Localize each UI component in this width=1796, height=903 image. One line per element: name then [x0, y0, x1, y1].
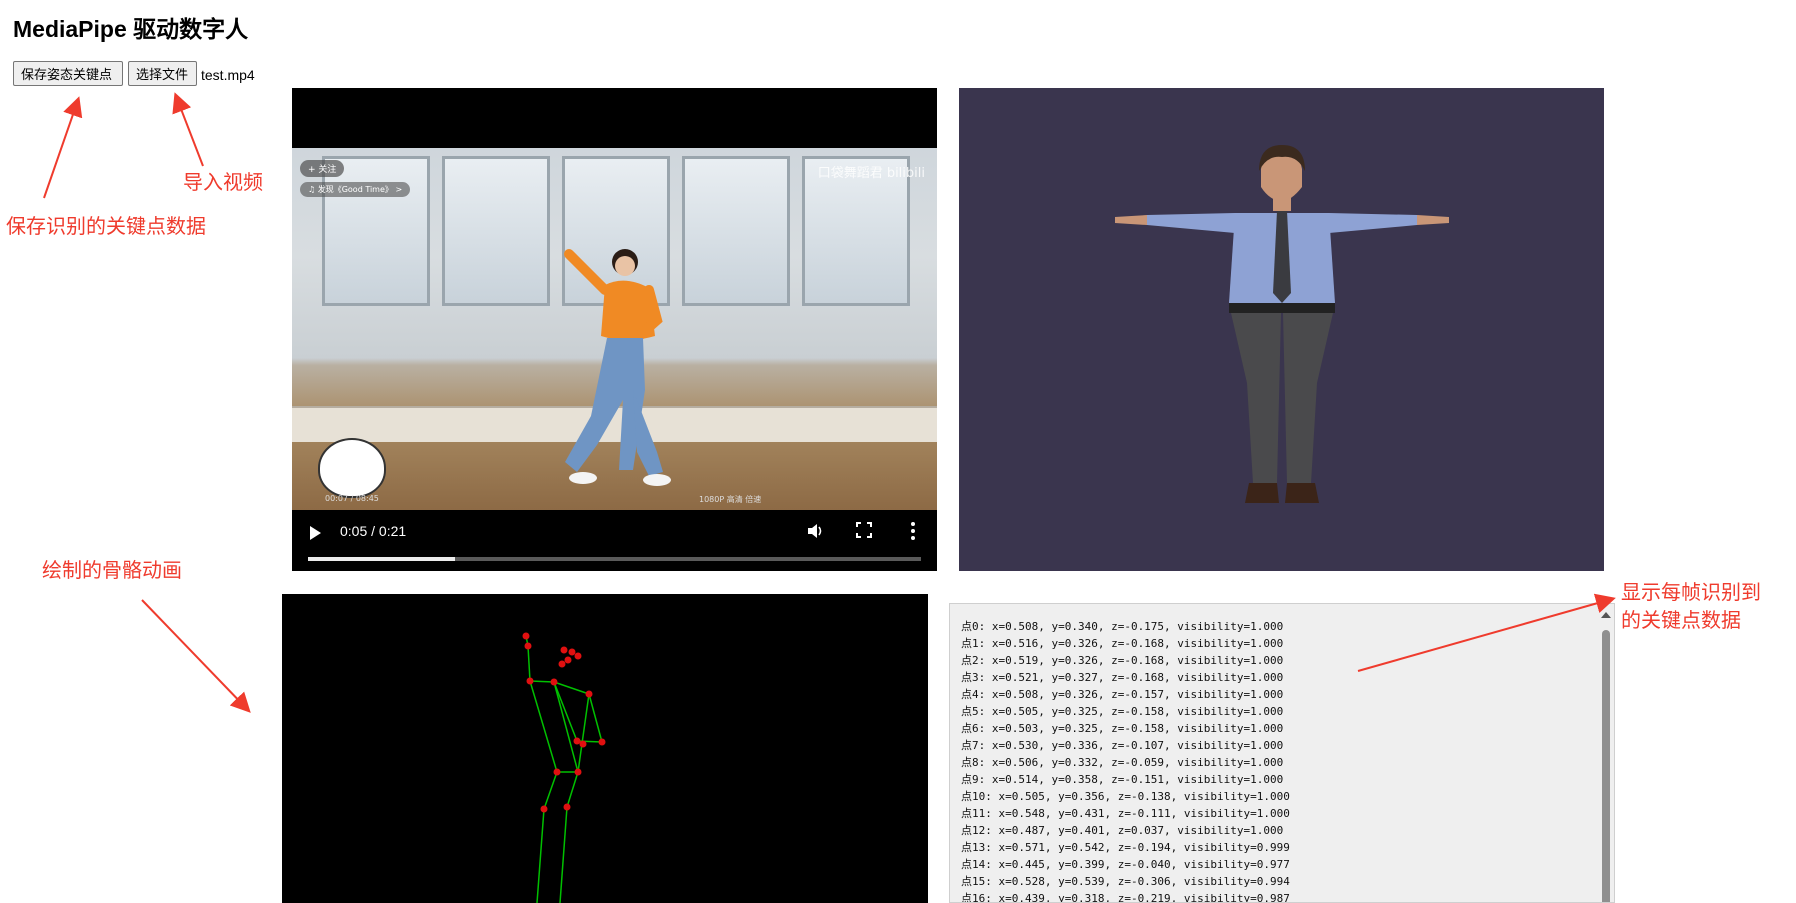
- keypoint-list: 点0: x=0.508, y=0.340, z=-0.175, visibili…: [961, 618, 1290, 903]
- skeleton-joint: [568, 648, 576, 656]
- keypoint-row: 点3: x=0.521, y=0.327, z=-0.168, visibili…: [961, 671, 1284, 684]
- skeleton-bone: [553, 681, 590, 695]
- video-player[interactable]: + 关注 ♫ 发现《Good Time》 > 口袋舞蹈君 bilibili 00…: [292, 88, 937, 571]
- keypoint-row: 点6: x=0.503, y=0.325, z=-0.158, visibili…: [961, 722, 1284, 735]
- keypoint-row: 点4: x=0.508, y=0.326, z=-0.157, visibili…: [961, 688, 1284, 701]
- window-decor: [442, 156, 550, 306]
- keypoint-row: 点14: x=0.445, y=0.399, z=-0.040, visibil…: [961, 858, 1290, 871]
- skeleton-joint: [573, 737, 581, 745]
- choose-file-button[interactable]: 选择文件: [128, 61, 197, 86]
- skeleton-bone: [529, 680, 558, 773]
- annotation-import-video: 导入视频: [183, 170, 263, 194]
- model-viewer[interactable]: [959, 88, 1604, 571]
- selected-file-name: test.mp4: [201, 67, 255, 83]
- skeleton-joint: [558, 660, 566, 668]
- arrow-save: [43, 96, 83, 199]
- skeleton-joint: [598, 738, 606, 746]
- digital-human-avatar: [1115, 145, 1449, 503]
- skeleton-bone: [577, 693, 590, 773]
- keypoint-row: 点7: x=0.530, y=0.336, z=-0.107, visibili…: [961, 739, 1284, 752]
- skeleton-bone: [588, 693, 603, 743]
- scroll-thumb[interactable]: [1602, 630, 1610, 902]
- dancer-figure: [564, 249, 671, 486]
- page-title: MediaPipe 驱动数字人: [13, 16, 249, 42]
- fullscreen-icon[interactable]: [856, 522, 872, 538]
- annotation-skeleton-animation: 绘制的骨骼动画: [42, 558, 182, 582]
- arrow-import: [172, 92, 204, 167]
- skeleton-joint: [563, 803, 571, 811]
- window-decor: [322, 156, 430, 306]
- skeleton-joint: [550, 678, 558, 686]
- skeleton-bone: [543, 771, 558, 810]
- skeleton-joint: [524, 642, 532, 650]
- keypoint-row: 点15: x=0.528, y=0.539, z=-0.306, visibil…: [961, 875, 1290, 888]
- video-progress-fill: [308, 557, 456, 561]
- keypoint-row: 点12: x=0.487, y=0.401, z=0.037, visibili…: [961, 824, 1284, 837]
- keypoint-row: 点8: x=0.506, y=0.332, z=-0.059, visibili…: [961, 756, 1284, 769]
- more-options-icon[interactable]: [911, 521, 915, 541]
- skeleton-bone: [566, 771, 579, 808]
- save-keypoints-button[interactable]: 保存姿态关键点: [13, 61, 123, 86]
- keypoint-row: 点2: x=0.519, y=0.326, z=-0.168, visibili…: [961, 654, 1284, 667]
- volume-icon[interactable]: [806, 522, 824, 540]
- overlay-channel-watermark: 口袋舞蹈君 bilibili: [817, 166, 925, 181]
- overlay-follow-badge: + 关注: [300, 160, 345, 177]
- overlay-song-badge: ♫ 发现《Good Time》 >: [300, 182, 411, 197]
- skeleton-bone: [529, 680, 555, 683]
- skeleton-drawing: [522, 632, 606, 903]
- skeleton-bone: [536, 808, 545, 903]
- skeleton-joint: [574, 652, 582, 660]
- skeleton-joint: [540, 805, 548, 813]
- skeleton-joint: [560, 646, 568, 654]
- overlay-elapsed-time: 00:07 / 08:45: [325, 494, 379, 503]
- skeleton-joint: [585, 690, 593, 698]
- video-controls: 0:05 / 0:21: [292, 510, 937, 571]
- overlay-quality: 1080P 高清 倍速: [699, 495, 762, 504]
- video-frame: + 关注 ♫ 发现《Good Time》 > 口袋舞蹈君 bilibili 00…: [292, 148, 937, 510]
- skeleton-bone: [553, 681, 579, 773]
- keypoint-data-panel[interactable]: 点0: x=0.508, y=0.340, z=-0.175, visibili…: [949, 603, 1615, 903]
- keypoint-row: 点11: x=0.548, y=0.431, z=-0.111, visibil…: [961, 807, 1290, 820]
- scroll-up-arrow-icon[interactable]: [1601, 612, 1611, 618]
- channel-logo: [318, 438, 386, 498]
- skeleton-joint: [579, 740, 587, 748]
- annotation-per-frame-data: 显示每帧识别到 的关键点数据: [1621, 578, 1761, 634]
- annotation-save-keypoints: 保存识别的关键点数据: [6, 214, 206, 238]
- keypoint-row: 点16: x=0.439, y=0.318, z=-0.219, visibil…: [961, 892, 1290, 903]
- skeleton-joint: [553, 768, 561, 776]
- video-progress-bar[interactable]: [308, 557, 921, 561]
- play-icon[interactable]: [310, 526, 321, 540]
- annotation-per-frame-data-line2: 的关键点数据: [1621, 608, 1741, 632]
- window-decor: [682, 156, 790, 306]
- skeleton-canvas: [282, 594, 928, 903]
- video-time: 0:05 / 0:21: [340, 523, 407, 539]
- skeleton-bone: [559, 806, 568, 903]
- skeleton-joint: [522, 632, 530, 640]
- keypoint-row: 点1: x=0.516, y=0.326, z=-0.168, visibili…: [961, 637, 1284, 650]
- skeleton-joint: [564, 656, 572, 664]
- keypoint-row: 点0: x=0.508, y=0.340, z=-0.175, visibili…: [961, 620, 1284, 633]
- keypoint-row: 点10: x=0.505, y=0.356, z=-0.138, visibil…: [961, 790, 1290, 803]
- skeleton-joint: [526, 677, 534, 685]
- keypoint-row: 点9: x=0.514, y=0.358, z=-0.151, visibili…: [961, 773, 1284, 786]
- skeleton-bone: [553, 681, 578, 742]
- scrollbar[interactable]: [1598, 604, 1614, 902]
- skeleton-joint: [574, 768, 582, 776]
- keypoint-row: 点5: x=0.505, y=0.325, z=-0.158, visibili…: [961, 705, 1284, 718]
- skeleton-bone: [527, 645, 531, 682]
- keypoint-row: 点13: x=0.571, y=0.542, z=-0.194, visibil…: [961, 841, 1290, 854]
- arrow-skeleton: [141, 599, 251, 713]
- annotation-per-frame-data-line1: 显示每帧识别到: [1621, 580, 1761, 604]
